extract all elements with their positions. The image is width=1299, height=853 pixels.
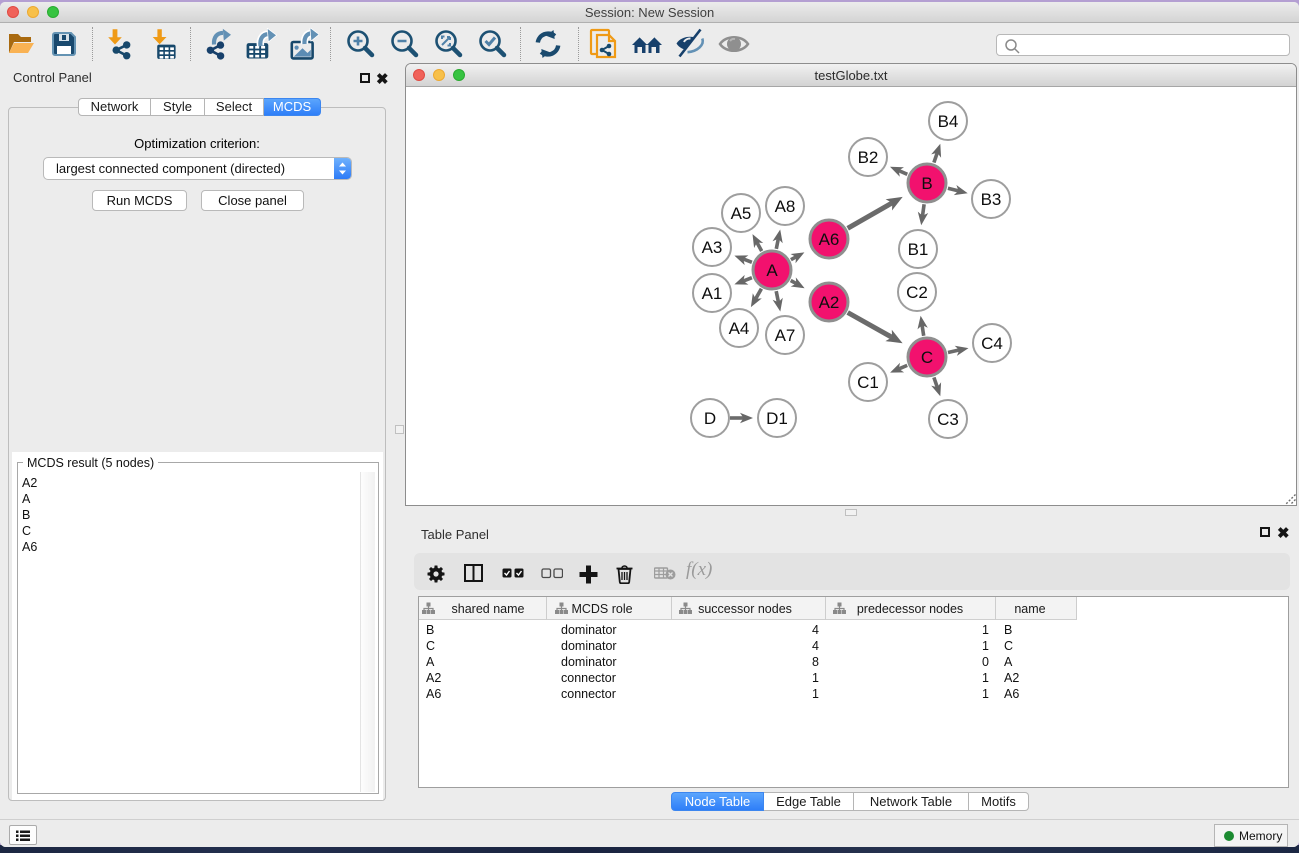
svg-text:A: A [766,261,778,280]
svg-text:C1: C1 [857,373,879,392]
svg-text:A6: A6 [819,230,840,249]
svg-text:A7: A7 [775,326,796,345]
svg-text:A2: A2 [819,293,840,312]
svg-text:D: D [704,409,716,428]
svg-text:A8: A8 [775,197,796,216]
svg-text:A1: A1 [702,284,723,303]
svg-text:C4: C4 [981,334,1003,353]
svg-text:A5: A5 [731,204,752,223]
svg-text:B: B [921,174,932,193]
svg-text:C2: C2 [906,283,928,302]
svg-text:B4: B4 [938,112,959,131]
svg-text:D1: D1 [766,409,788,428]
svg-text:C: C [921,348,933,367]
svg-text:A3: A3 [702,238,723,257]
svg-text:B1: B1 [908,240,929,259]
svg-text:A4: A4 [729,319,750,338]
svg-text:B2: B2 [858,148,879,167]
svg-text:C3: C3 [937,410,959,429]
svg-text:B3: B3 [981,190,1002,209]
